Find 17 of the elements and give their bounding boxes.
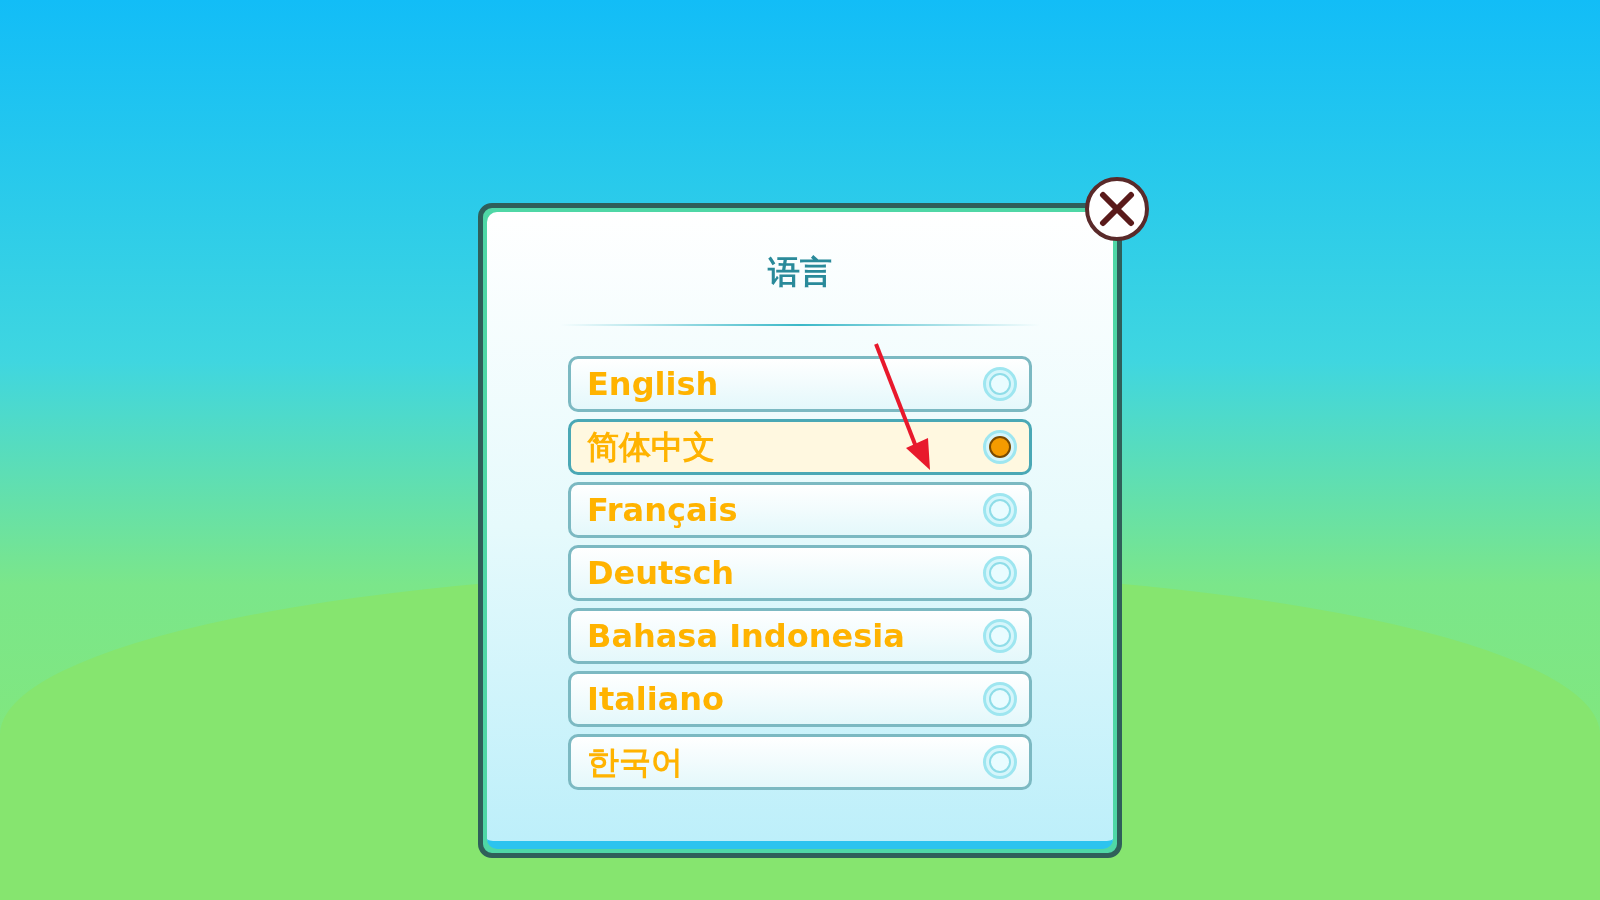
radio-icon [983,367,1017,401]
language-option[interactable]: English [568,356,1032,412]
close-icon [1099,191,1135,227]
dialog-title: 语言 [768,256,832,288]
close-button[interactable] [1085,177,1149,241]
language-option[interactable]: Deutsch [568,545,1032,601]
language-option[interactable]: Français [568,482,1032,538]
language-option[interactable]: 한국어 [568,734,1032,790]
radio-icon [983,682,1017,716]
radio-icon [983,619,1017,653]
language-option[interactable]: 简体中文 [568,419,1032,475]
radio-icon [983,745,1017,779]
language-option[interactable]: Bahasa Indonesia [568,608,1032,664]
language-option[interactable]: Italiano [568,671,1032,727]
radio-icon [983,556,1017,590]
radio-icon [983,430,1017,464]
radio-icon [983,493,1017,527]
